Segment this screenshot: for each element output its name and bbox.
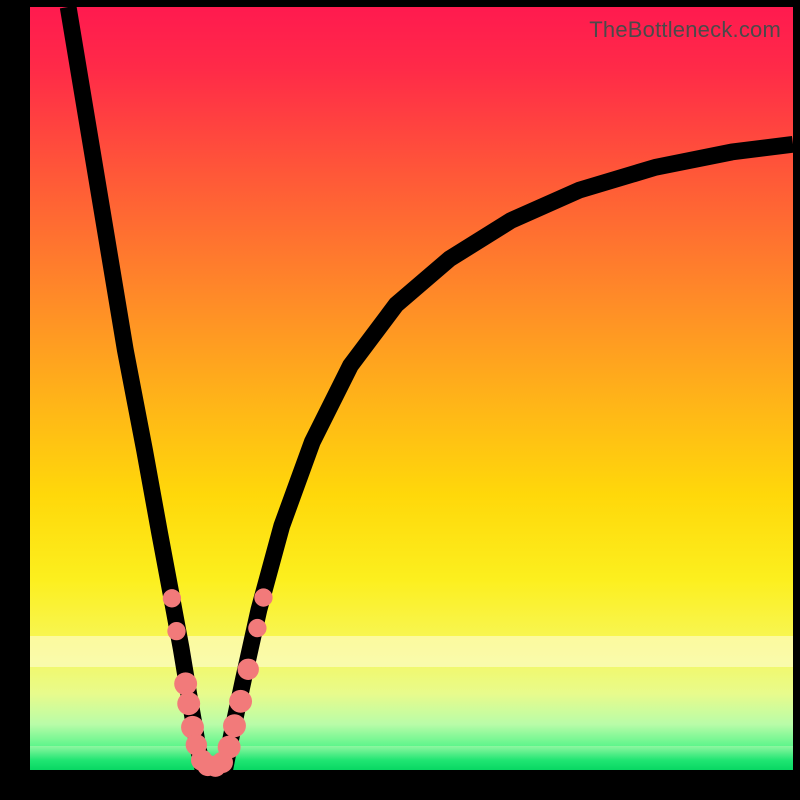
watermark-text: TheBottleneck.com — [589, 17, 781, 43]
bead-marker — [174, 672, 197, 695]
bead-marker — [248, 619, 266, 637]
bead-marker — [238, 659, 259, 680]
bead-marker — [218, 736, 241, 759]
left-curve — [68, 7, 203, 770]
chart-panel: TheBottleneck.com — [30, 7, 793, 770]
bead-marker — [167, 622, 185, 640]
bead-marker — [223, 714, 246, 737]
bead-marker — [163, 589, 181, 607]
right-curve — [225, 144, 793, 770]
bead-marker — [177, 692, 200, 715]
bead-marker — [229, 690, 252, 713]
bead-marker — [254, 588, 272, 606]
curve-layer — [30, 7, 793, 770]
